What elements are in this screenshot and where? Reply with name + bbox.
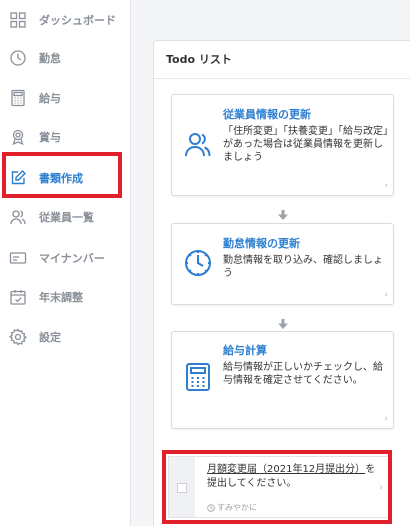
chevron-right-icon: › [384,414,388,424]
id-card-icon [9,249,27,267]
chevron-right-icon: › [384,290,388,300]
sidebar-item-label: マイナンバー [39,252,105,265]
card-title: 勤怠情報の更新 [223,237,300,250]
people-icon [9,208,27,226]
sidebar-item-label: 年末調整 [39,291,83,304]
sidebar-item-settings[interactable]: 設定 [0,317,131,357]
dashboard-grid-icon [9,11,27,29]
sidebar-item-label: 書類作成 [39,172,83,185]
sidebar-item-label: 賞与 [39,131,61,144]
todo-card-employee-update[interactable]: 従業員情報の更新 「住所変更」「扶養変更」「給与改定」があった場合は従業員情報を… [171,94,394,196]
sidebar-item-year-end[interactable]: 年末調整 [0,277,131,317]
edit-document-icon [9,169,27,187]
calculator-icon [9,89,27,107]
clock-icon [207,503,215,512]
sidebar-item-attendance[interactable]: 勤怠 [0,38,131,78]
todo-card-payroll-calc[interactable]: 給与計算 給与情報が正しいかチェックし、給与情報を確定させてください。 › [171,331,394,429]
sidebar-item-label: 勤怠 [39,52,61,65]
sidebar-item-mynumber[interactable]: マイナンバー [0,238,131,278]
task-due-label: すみやかに [217,503,257,512]
sidebar-item-bonus[interactable]: 賞与 [0,117,131,157]
chevron-right-icon: › [384,181,388,191]
clock-icon [183,248,213,278]
panel-title: Todo リスト [154,41,410,79]
chevron-right-icon: › [379,483,383,493]
card-description: 給与情報が正しいかチェックし、給与情報を確定させてください。 [223,362,383,386]
card-title: 給与計算 [223,344,267,357]
medal-icon [9,128,27,146]
calculator-icon [183,362,213,392]
todo-panel: Todo リスト 従業員情報の更新 「住所変更」「扶養変更」「給与改定」があった… [153,40,410,526]
sidebar-item-label: ダッシュボード [39,14,116,27]
task-text: 月額変更届（2021年12月提出分）を提出してください。 [207,463,382,491]
todo-card-attendance-update[interactable]: 勤怠情報の更新 勤怠情報を取り込み、確認しましょう › [171,223,394,305]
people-icon [183,129,213,159]
calendar-check-icon [9,288,27,306]
arrow-down-icon [278,205,288,220]
task-item-monthly-change-report[interactable]: 月額変更届（2021年12月提出分）を提出してください。 すみやかに › [168,456,390,518]
task-checkbox[interactable] [177,483,187,493]
sidebar-item-payroll[interactable]: 給与 [0,78,131,118]
card-description: 勤怠情報を取り込み、確認しましょう [223,255,383,279]
arrow-down-icon [278,314,288,329]
sidebar-item-label: 従業員一覧 [39,211,94,224]
task-meta: すみやかに [207,502,257,513]
gear-icon [9,328,27,346]
task-link[interactable]: 月額変更届（2021年12月提出分） [207,464,365,475]
sidebar-item-documents[interactable]: 書類作成 [0,158,131,198]
sidebar-item-label: 設定 [39,331,61,344]
clock-icon [9,49,27,67]
sidebar: ダッシュボード 勤怠 給与 賞与 書類作成 従業員一覧 マイナンバー 年末調整 … [0,0,131,526]
sidebar-item-dashboard[interactable]: ダッシュボード [0,0,131,40]
sidebar-item-employees[interactable]: 従業員一覧 [0,197,131,237]
card-title: 従業員情報の更新 [223,108,311,121]
sidebar-item-label: 給与 [39,92,61,105]
card-description: 「住所変更」「扶養変更」「給与改定」があった場合は従業員情報を更新しましょう [223,126,388,163]
